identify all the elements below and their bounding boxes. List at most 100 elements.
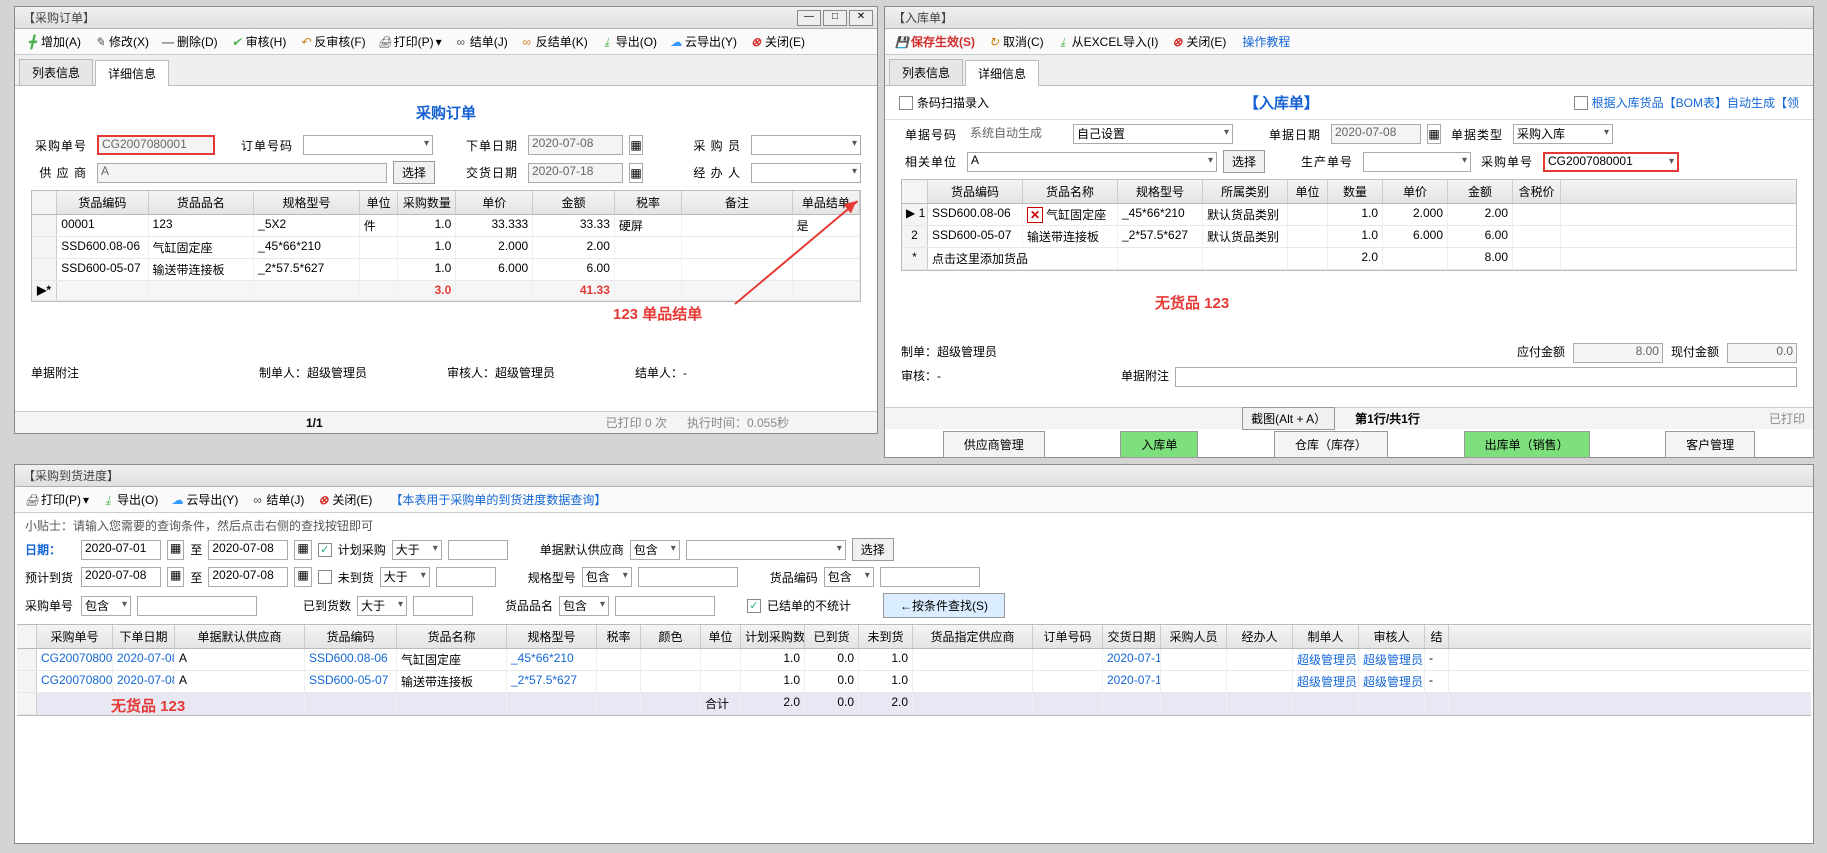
big-btn-in[interactable]: 入库单 xyxy=(1120,431,1198,458)
plan-value-input[interactable] xyxy=(448,540,508,560)
close-in-button[interactable]: 关闭(E) xyxy=(1166,31,1230,52)
table-row[interactable]: 2SSD600-05-07输送带连接板_2*57.5*627默认货品类别1.06… xyxy=(902,226,1796,248)
undeliv-value-input[interactable] xyxy=(436,567,496,587)
sup-op-select[interactable]: 包含 xyxy=(630,540,680,560)
spec-op[interactable]: 包含 xyxy=(582,567,632,587)
self-set-select[interactable]: 自己设置 xyxy=(1073,124,1233,144)
import-button[interactable]: 从EXCEL导入(I) xyxy=(1052,31,1163,52)
bom-checkbox[interactable] xyxy=(1574,96,1588,110)
spec-label: 规格型号 xyxy=(528,569,576,586)
table-row[interactable]: ▶ 1SSD600.08-06✕气缸固定座_45*66*210默认货品类别1.0… xyxy=(902,204,1796,226)
buyer-label: 采 购 员 xyxy=(685,137,745,154)
exclude-checkbox[interactable] xyxy=(747,599,761,613)
date-to-input[interactable]: 2020-07-08 xyxy=(208,540,288,560)
edit-button[interactable]: 修改(X) xyxy=(89,31,153,52)
name-op[interactable]: 包含 xyxy=(559,596,609,616)
big-btn-customer[interactable]: 客户管理 xyxy=(1665,431,1755,458)
sup-select-button[interactable]: 选择 xyxy=(852,538,894,561)
relate-select-button[interactable]: 选择 xyxy=(1223,150,1265,173)
table-row[interactable]: CG20070800012020-07-08ASSD600-05-07输送带连接… xyxy=(17,671,1811,693)
settle-button[interactable]: 结单(J) xyxy=(450,31,512,52)
plan-checkbox[interactable] xyxy=(318,543,332,557)
undeliv-op[interactable]: 大于 xyxy=(380,567,430,587)
close-tool-button[interactable]: 关闭(E) xyxy=(745,31,809,52)
tab-list-in[interactable]: 列表信息 xyxy=(889,59,963,85)
export-button[interactable]: 导出(O) xyxy=(596,31,661,52)
tab-detail[interactable]: 详细信息 xyxy=(95,60,169,86)
audit-button[interactable]: 审核(H) xyxy=(226,31,291,52)
export-icon xyxy=(600,35,614,49)
received-op[interactable]: 大于 xyxy=(357,596,407,616)
prog-cloud-button[interactable]: 云导出(Y) xyxy=(166,489,242,510)
table-row[interactable]: SSD600-05-07输送带连接板_2*57.5*6271.06.0006.0… xyxy=(32,259,860,281)
table-row[interactable]: CG20070800012020-07-08ASSD600.08-06气缸固定座… xyxy=(17,649,1811,671)
add-button[interactable]: 增加(A) xyxy=(21,31,85,52)
print-button[interactable]: 打印(P)▾ xyxy=(374,31,446,52)
order-no-select[interactable] xyxy=(303,135,433,155)
in-date-input[interactable]: 2020-07-08 xyxy=(1331,124,1421,144)
delete-button[interactable]: 删除(D) xyxy=(157,31,222,52)
in-po-no-select[interactable]: CG2007080001 xyxy=(1543,152,1679,172)
order-date-input[interactable]: 2020-07-08 xyxy=(528,135,623,155)
date-picker-icon[interactable]: ▦ xyxy=(629,135,643,155)
buyer-select[interactable] xyxy=(751,135,861,155)
max-button[interactable]: □ xyxy=(823,10,847,26)
cancel-button[interactable]: 取消(C) xyxy=(983,31,1048,52)
cal-icon[interactable]: ▦ xyxy=(167,567,184,587)
in-toolbar: 保存生效(S) 取消(C) 从EXCEL导入(I) 关闭(E) 操作教程 xyxy=(885,29,1813,55)
spec-value-input[interactable] xyxy=(638,567,738,587)
pono-op[interactable]: 包含 xyxy=(81,596,131,616)
received-value-input[interactable] xyxy=(413,596,473,616)
unaudit-button[interactable]: 反审核(F) xyxy=(294,31,369,52)
screenshot-button[interactable]: 截图(Alt + A） xyxy=(1242,407,1335,430)
date-from-input[interactable]: 2020-07-01 xyxy=(81,540,161,560)
relate-select[interactable]: A xyxy=(967,152,1217,172)
cal-icon[interactable]: ▦ xyxy=(167,540,184,560)
scan-checkbox[interactable] xyxy=(899,96,913,110)
pono-value-input[interactable] xyxy=(137,596,257,616)
prog-export-button[interactable]: 导出(O) xyxy=(97,489,162,510)
cal-icon[interactable]: ▦ xyxy=(294,540,311,560)
prog-close-button[interactable]: 关闭(E) xyxy=(312,489,376,510)
search-button[interactable]: ←按条件查找(S) xyxy=(883,593,1005,618)
tab-detail-in[interactable]: 详细信息 xyxy=(965,60,1039,86)
est-from-input[interactable]: 2020-07-08 xyxy=(81,567,161,587)
prog-settle-button[interactable]: 结单(J) xyxy=(246,489,308,510)
received-label: 已到货数 xyxy=(303,597,351,614)
plan-op-select[interactable]: 大于 xyxy=(392,540,442,560)
undeliv-checkbox[interactable] xyxy=(318,570,332,584)
big-btn-supplier[interactable]: 供应商管理 xyxy=(943,431,1045,458)
col-header: 单位 xyxy=(701,625,741,648)
table-row[interactable]: SSD600.08-06气缸固定座_45*66*2101.02.0002.00 xyxy=(32,237,860,259)
code-value-input[interactable] xyxy=(880,567,980,587)
in-note-input[interactable] xyxy=(1175,367,1797,387)
prog-print-button[interactable]: 打印(P)▾ xyxy=(21,489,93,510)
close-button[interactable]: ✕ xyxy=(849,10,873,26)
save-button[interactable]: 保存生效(S) xyxy=(891,31,979,52)
tab-list[interactable]: 列表信息 xyxy=(19,59,93,85)
big-btn-stock[interactable]: 仓库（库存） xyxy=(1274,431,1388,458)
name-value-input[interactable] xyxy=(615,596,715,616)
cloud-icon xyxy=(669,35,683,49)
cloud-export-button[interactable]: 云导出(Y) xyxy=(665,31,741,52)
date-picker-icon[interactable]: ▦ xyxy=(629,163,643,183)
table-row[interactable]: 00001123_5X2件1.033.33333.33硬屏是 xyxy=(32,215,860,237)
handler-select[interactable] xyxy=(751,163,861,183)
guide-link[interactable]: 操作教程 xyxy=(1242,33,1290,50)
prog-note: 【本表用于采购单的到货进度数据查询】 xyxy=(390,491,606,508)
code-op[interactable]: 包含 xyxy=(824,567,874,587)
big-btn-out[interactable]: 出库单（销售） xyxy=(1464,431,1590,458)
delete-row-icon[interactable]: ✕ xyxy=(1027,207,1043,223)
cal-icon[interactable]: ▦ xyxy=(294,567,311,587)
date-picker-icon[interactable]: ▦ xyxy=(1427,124,1441,144)
unsettle-button[interactable]: 反结单(K) xyxy=(516,31,592,52)
supplier-select-button[interactable]: 选择 xyxy=(393,161,435,184)
prod-no-select[interactable] xyxy=(1363,152,1471,172)
sup-value-select[interactable] xyxy=(686,540,846,560)
delivery-date-input[interactable]: 2020-07-18 xyxy=(528,163,623,183)
in-type-select[interactable]: 采购入库 xyxy=(1513,124,1613,144)
est-to-input[interactable]: 2020-07-08 xyxy=(208,567,288,587)
add-row[interactable]: *点击这里添加货品2.08.00 xyxy=(902,248,1796,270)
min-button[interactable]: — xyxy=(797,10,821,26)
bom-link[interactable]: 根据入库货品【BOM表】自动生成【领 xyxy=(1592,94,1799,111)
